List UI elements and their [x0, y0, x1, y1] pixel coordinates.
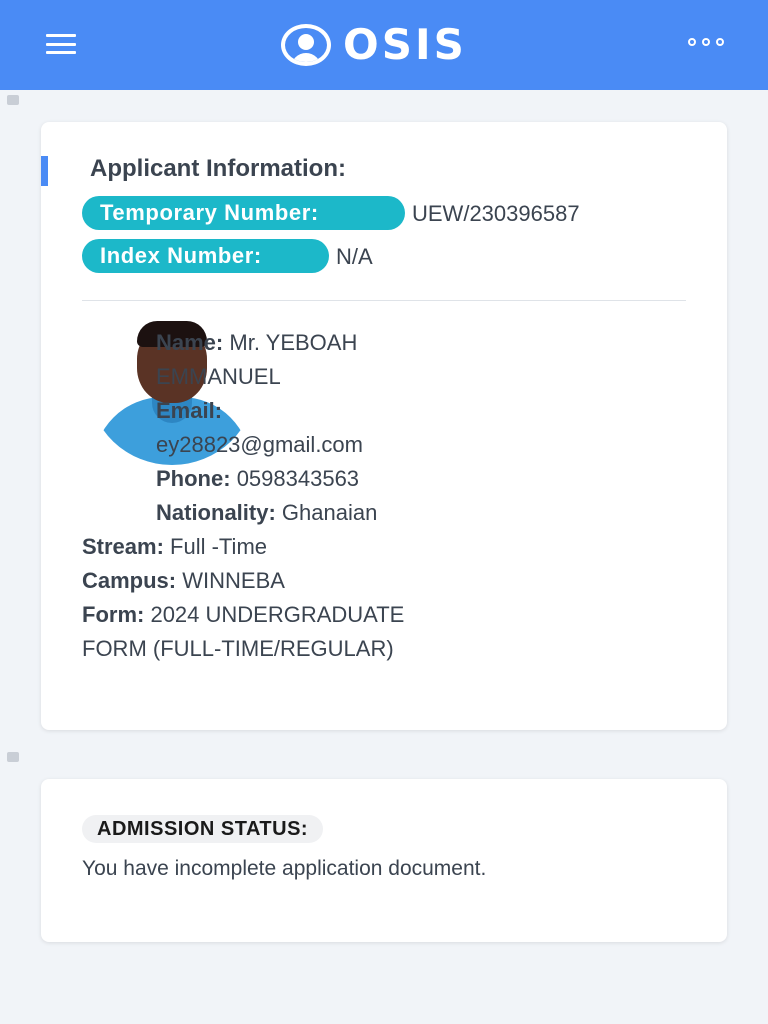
- campus-row: Campus: WINNEBA: [82, 564, 285, 598]
- index-number-value: N/A: [336, 244, 373, 269]
- name-row: Name: Mr. YEBOAH EMMANUEL: [156, 326, 446, 394]
- name-label: Name:: [156, 330, 224, 355]
- temporary-number-value: UEW/230396587: [412, 201, 580, 226]
- section-title: Applicant Information:: [90, 155, 346, 182]
- stream-row: Stream: Full -Time: [82, 530, 267, 564]
- stream-value: Full -Time: [170, 534, 268, 559]
- email-value: ey28823@gmail.com: [156, 432, 363, 457]
- nationality-value: Ghanaian: [281, 500, 378, 525]
- phone-value: 0598343563: [236, 466, 360, 491]
- phone-label: Phone:: [156, 466, 231, 491]
- index-number-badge: Index Number:: [82, 239, 329, 273]
- admission-status-label: ADMISSION STATUS:: [82, 815, 324, 843]
- hamburger-menu-icon[interactable]: [46, 34, 76, 54]
- nationality-row: Nationality: Ghanaian: [156, 496, 377, 530]
- section-accent-bar: [41, 156, 48, 186]
- nationality-label: Nationality:: [156, 500, 276, 525]
- divider: [82, 300, 686, 301]
- phone-row: Phone: 0598343563: [156, 462, 359, 496]
- email-row: Email: ey28823@gmail.com: [156, 394, 456, 462]
- campus-value: WINNEBA: [182, 568, 285, 593]
- stream-label: Stream:: [82, 534, 164, 559]
- brand-logo[interactable]: OSIS: [281, 22, 467, 68]
- email-label: Email:: [156, 398, 223, 423]
- campus-label: Campus:: [82, 568, 177, 593]
- user-circle-icon: [281, 24, 331, 66]
- more-options-icon[interactable]: [688, 37, 724, 47]
- side-marker: [7, 752, 19, 762]
- applicant-information-card: Applicant Information: Temporary Number:…: [41, 122, 727, 730]
- form-row: Form: 2024 UNDERGRADUATE FORM (FULL-TIME…: [82, 598, 422, 666]
- admission-status-card: ADMISSION STATUS: You have incomplete ap…: [41, 779, 727, 942]
- side-marker: [7, 95, 19, 105]
- brand-name: OSIS: [343, 20, 467, 69]
- temporary-number-badge: Temporary Number:: [82, 196, 405, 230]
- form-label: Form:: [82, 602, 145, 627]
- admission-status-message: You have incomplete application document…: [82, 857, 487, 880]
- top-app-bar: OSIS: [0, 0, 768, 90]
